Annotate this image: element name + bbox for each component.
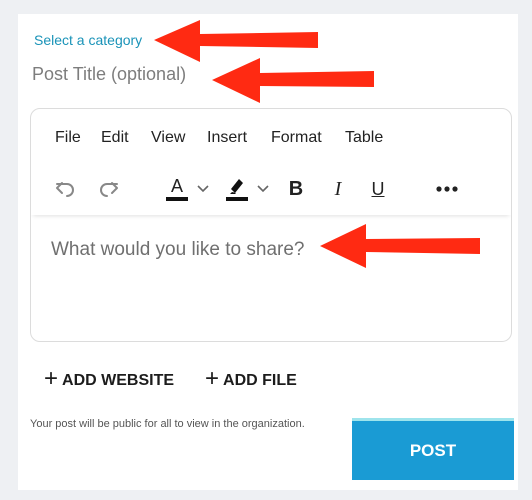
redo-icon bbox=[97, 177, 121, 201]
page: Select a category Post Title (optional) … bbox=[0, 0, 532, 500]
text-color-button[interactable]: A bbox=[163, 175, 191, 203]
menu-table[interactable]: Table bbox=[345, 129, 383, 147]
highlight-color-swatch bbox=[226, 196, 248, 201]
editor-menubar: File Edit View Insert Format Table bbox=[31, 109, 511, 165]
chevron-down-icon bbox=[196, 184, 210, 194]
bold-icon: B bbox=[288, 177, 304, 200]
menu-insert[interactable]: Insert bbox=[207, 129, 247, 147]
text-color-dropdown[interactable] bbox=[195, 175, 211, 203]
post-title-input[interactable]: Post Title (optional) bbox=[32, 64, 186, 85]
plus-icon: + bbox=[205, 365, 220, 392]
bold-button[interactable]: B bbox=[283, 175, 309, 203]
italic-icon: I bbox=[334, 177, 342, 200]
add-file-button[interactable]: + ADD FILE bbox=[205, 365, 297, 392]
select-category-link[interactable]: Select a category bbox=[34, 32, 142, 48]
menu-view[interactable]: View bbox=[151, 129, 185, 147]
editor-placeholder: What would you like to share? bbox=[51, 239, 305, 260]
undo-icon bbox=[53, 177, 77, 201]
post-button[interactable]: POST bbox=[352, 418, 514, 480]
redo-button[interactable] bbox=[95, 175, 123, 203]
annotation-arrow-title bbox=[212, 58, 374, 103]
text-color-swatch bbox=[166, 197, 188, 201]
highlight-color-dropdown[interactable] bbox=[255, 175, 271, 203]
highlight-icon bbox=[226, 178, 248, 196]
underline-icon: U bbox=[371, 178, 385, 199]
undo-button[interactable] bbox=[51, 175, 79, 203]
menu-edit[interactable]: Edit bbox=[101, 129, 129, 147]
add-website-label: ADD WEBSITE bbox=[62, 371, 175, 389]
more-button[interactable] bbox=[433, 175, 461, 203]
underline-button[interactable]: U bbox=[365, 175, 391, 203]
italic-button[interactable]: I bbox=[325, 175, 351, 203]
editor-toolbar: A B I U bbox=[31, 165, 511, 215]
text-color-icon: A bbox=[170, 176, 183, 196]
annotation-arrow-editor bbox=[320, 224, 480, 268]
add-file-label: ADD FILE bbox=[223, 371, 297, 389]
menu-format[interactable]: Format bbox=[271, 129, 322, 147]
chevron-down-icon bbox=[256, 184, 270, 194]
highlight-color-button[interactable] bbox=[223, 175, 251, 203]
more-icon bbox=[436, 186, 458, 192]
plus-icon: + bbox=[44, 365, 59, 392]
menu-file[interactable]: File bbox=[55, 129, 81, 147]
add-website-button[interactable]: + ADD WEBSITE bbox=[44, 365, 175, 392]
public-post-notice: Your post will be public for all to view… bbox=[30, 418, 305, 430]
